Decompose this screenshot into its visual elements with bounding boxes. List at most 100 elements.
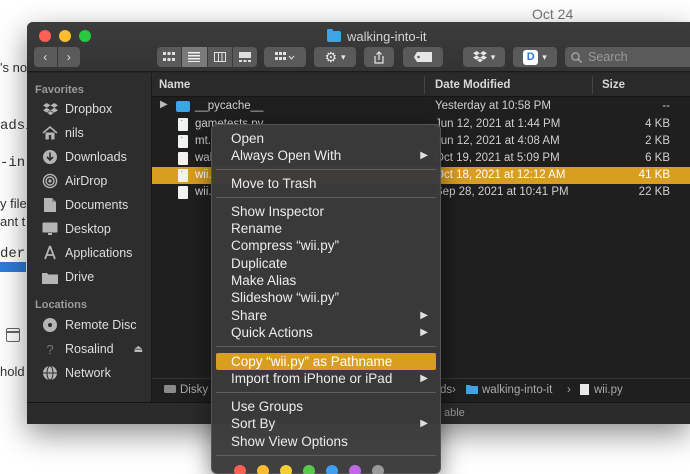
menu-item-show-inspector[interactable]: Show Inspector bbox=[216, 203, 436, 220]
share-button[interactable] bbox=[364, 47, 394, 67]
eject-icon[interactable]: ⏏ bbox=[134, 344, 143, 355]
window-title-text: walking-into-it bbox=[347, 28, 427, 44]
menu-item-open[interactable]: Open bbox=[216, 130, 436, 147]
column-header: Name Date Modified Size bbox=[152, 73, 690, 97]
file-icon bbox=[580, 384, 589, 398]
tag-color-dot[interactable] bbox=[280, 465, 292, 474]
path-segment[interactable]: Disky bbox=[180, 384, 208, 396]
minimize-button[interactable] bbox=[59, 30, 71, 42]
list-item[interactable]: ▶ __pycache__ Yesterday at 10:58 PM -- bbox=[152, 98, 690, 115]
menu-item-always-open-with[interactable]: Always Open With ▶ bbox=[216, 147, 436, 164]
submenu-arrow-icon: ▶ bbox=[420, 327, 428, 338]
background-selection-bar bbox=[0, 262, 26, 272]
submenu-arrow-icon: ▶ bbox=[420, 418, 428, 429]
tag-color-dot[interactable] bbox=[349, 465, 361, 474]
tag-icon bbox=[414, 52, 432, 62]
titlebar: walking-into-it ‹ › ⚙ ▾ ▾ D ▾ Search bbox=[27, 22, 690, 72]
sidebar-item-dropbox[interactable]: Dropbox bbox=[41, 99, 112, 119]
menu-item-copy-pathname[interactable]: Copy “wii.py” as Pathname bbox=[216, 353, 436, 370]
menu-item-sort-by[interactable]: Sort By ▶ bbox=[216, 415, 436, 432]
menu-item-import-from-iphone[interactable]: Import from iPhone or iPad ▶ bbox=[216, 370, 436, 387]
column-header-date[interactable]: Date Modified bbox=[435, 79, 510, 91]
disc-icon bbox=[41, 316, 59, 334]
path-segment[interactable]: walking-into-it bbox=[482, 384, 552, 396]
sidebar-item-downloads[interactable]: Downloads bbox=[41, 147, 127, 167]
computer-icon: ? bbox=[46, 341, 54, 357]
view-mode-control bbox=[157, 47, 257, 67]
dropbox-button[interactable]: ▾ bbox=[463, 47, 505, 67]
gear-icon: ⚙ bbox=[324, 48, 338, 65]
tags-button[interactable] bbox=[403, 47, 443, 67]
sidebar-item-label: Drive bbox=[65, 270, 95, 284]
menu-item-label: Show Inspector bbox=[231, 204, 325, 219]
tag-color-dot[interactable] bbox=[234, 465, 246, 474]
gallery-view-button[interactable] bbox=[233, 47, 257, 67]
submenu-arrow-icon: ▶ bbox=[420, 373, 428, 384]
menu-item-rename[interactable]: Rename bbox=[216, 220, 436, 237]
sidebar-item-label: Remote Disc bbox=[65, 318, 137, 332]
action-button[interactable]: ⚙ ▾ bbox=[314, 47, 356, 67]
file-date: Oct 18, 2021 at 12:12 AM bbox=[435, 169, 566, 181]
sidebar-item-desktop[interactable]: Desktop bbox=[41, 219, 111, 239]
sidebar-item-network[interactable]: Network bbox=[41, 363, 111, 383]
path-segment[interactable]: ds bbox=[440, 384, 452, 396]
desktop-icon bbox=[41, 220, 59, 238]
forward-button[interactable]: › bbox=[58, 47, 81, 67]
sidebar-item-applications[interactable]: Applications bbox=[41, 243, 132, 263]
menu-item-quick-actions[interactable]: Quick Actions ▶ bbox=[216, 324, 436, 341]
file-name: wii. bbox=[195, 169, 212, 181]
menu-item-move-to-trash[interactable]: Move to Trash bbox=[216, 175, 436, 192]
gallery-icon bbox=[238, 52, 251, 62]
sidebar-item-label: Documents bbox=[65, 198, 129, 212]
file-name: wal bbox=[195, 152, 213, 164]
dropbox-icon bbox=[41, 100, 59, 118]
zoom-button[interactable] bbox=[79, 30, 91, 42]
file-icon bbox=[178, 186, 188, 199]
list-view-button[interactable] bbox=[182, 47, 208, 67]
tag-color-dot[interactable] bbox=[326, 465, 338, 474]
menu-item-label: Import from iPhone or iPad bbox=[231, 371, 393, 386]
column-view-button[interactable] bbox=[208, 47, 233, 67]
app-extension-button[interactable]: D ▾ bbox=[513, 47, 557, 67]
back-button[interactable]: ‹ bbox=[34, 47, 58, 67]
background-text-fragment: ant t bbox=[0, 214, 26, 229]
columns-icon bbox=[213, 52, 226, 62]
tag-color-dot[interactable] bbox=[372, 465, 384, 474]
chevron-down-icon: ▾ bbox=[341, 51, 346, 62]
menu-item-share[interactable]: Share ▶ bbox=[216, 307, 436, 324]
menu-item-use-groups[interactable]: Use Groups bbox=[216, 398, 436, 415]
menu-item-show-view-options[interactable]: Show View Options bbox=[216, 433, 436, 450]
file-date: Yesterday at 10:58 PM bbox=[435, 100, 551, 112]
menu-separator bbox=[216, 455, 436, 456]
sidebar-item-rosalind[interactable]: ? Rosalind ⏏ bbox=[41, 339, 143, 359]
path-segment[interactable]: wii.py bbox=[594, 384, 623, 396]
menu-item-label: Compress “wii.py” bbox=[231, 238, 340, 253]
menu-item-compress[interactable]: Compress “wii.py” bbox=[216, 237, 436, 254]
disclosure-triangle-icon[interactable]: ▶ bbox=[160, 99, 168, 110]
share-icon bbox=[374, 50, 384, 64]
back-forward-control: ‹ › bbox=[34, 47, 80, 67]
group-by-button[interactable] bbox=[264, 47, 306, 67]
menu-item-label: Quick Actions bbox=[231, 325, 313, 340]
menu-item-slideshow[interactable]: Slideshow “wii.py” bbox=[216, 289, 436, 306]
documents-icon bbox=[41, 196, 59, 214]
folder-icon bbox=[327, 28, 341, 42]
sidebar-item-documents[interactable]: Documents bbox=[41, 195, 128, 215]
sidebar-item-remote-disc[interactable]: Remote Disc bbox=[41, 315, 137, 335]
tag-color-dot[interactable] bbox=[257, 465, 269, 474]
menu-item-duplicate[interactable]: Duplicate bbox=[216, 255, 436, 272]
column-header-size[interactable]: Size bbox=[602, 79, 625, 91]
downloads-icon bbox=[41, 148, 59, 166]
close-button[interactable] bbox=[39, 30, 51, 42]
icon-view-button[interactable] bbox=[157, 47, 183, 67]
sidebar-item-nils[interactable]: nils bbox=[41, 123, 84, 143]
sidebar-item-drive[interactable]: Drive bbox=[41, 267, 94, 287]
column-header-name[interactable]: Name bbox=[159, 79, 190, 91]
sidebar-item-label: AirDrop bbox=[65, 174, 108, 188]
search-field[interactable]: Search bbox=[565, 47, 690, 67]
tag-color-dot[interactable] bbox=[303, 465, 315, 474]
menu-item-make-alias[interactable]: Make Alias bbox=[216, 272, 436, 289]
menu-item-label: Use Groups bbox=[231, 399, 304, 414]
sidebar-item-airdrop[interactable]: AirDrop bbox=[41, 171, 107, 191]
folder-icon bbox=[176, 101, 190, 112]
